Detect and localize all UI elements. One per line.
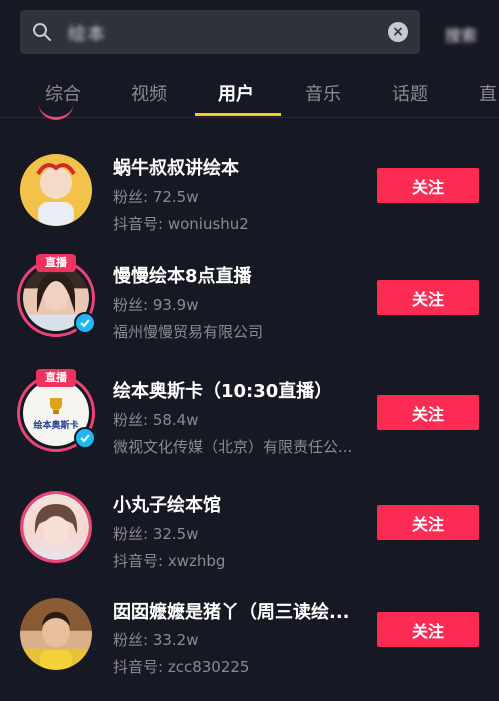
follower-count: 粉丝: 32.5w [113, 525, 199, 543]
user-name[interactable]: 蜗牛叔叔讲绘本 [113, 154, 239, 180]
tab-bar: 综合 视频 用户 音乐 话题 直 [0, 66, 499, 118]
follower-count: 粉丝: 93.9w [113, 296, 199, 314]
verified-icon [74, 312, 96, 334]
tab-users[interactable]: 用户 [218, 80, 254, 106]
list-item[interactable]: 小丸子绘本馆 粉丝: 32.5w 抖音号: xwzhbg 关注 [0, 477, 499, 587]
user-name[interactable]: 慢慢绘本8点直播 [113, 262, 252, 288]
active-tab-indicator [195, 113, 281, 116]
list-item[interactable]: 蜗牛叔叔讲绘本 粉丝: 72.5w 抖音号: woniushu2 关注 [0, 136, 499, 246]
live-badge: 直播 [36, 369, 76, 387]
list-item[interactable]: 直播 慢慢绘本8点直播 粉丝: 93.9w 福州慢慢贸易有限公司 关注 [0, 246, 499, 356]
tab-topics[interactable]: 话题 [392, 80, 428, 106]
avatar[interactable]: 直播 [17, 254, 96, 337]
clear-icon[interactable]: × [388, 22, 408, 42]
list-item[interactable]: 囡囡嬷嬷是猪丫（周三读绘... 粉丝: 33.2w 抖音号: zcc830225… [0, 584, 499, 694]
follow-button[interactable]: 关注 [377, 168, 479, 203]
search-box[interactable]: 绘本 × [20, 10, 420, 54]
follow-button[interactable]: 关注 [377, 612, 479, 647]
avatar-image [34, 504, 78, 544]
top-bar: 绘本 × 搜索 [0, 0, 499, 66]
user-name[interactable]: 绘本奥斯卡（10:30直播） [113, 377, 332, 403]
user-id: 抖音号: woniushu2 [113, 215, 249, 233]
search-input[interactable]: 绘本 [68, 20, 106, 46]
list-item[interactable]: 绘本奥斯卡 直播 绘本奥斯卡（10:30直播） 粉丝: 58.4w 微视文化传媒… [0, 361, 499, 471]
avatar[interactable]: 绘本奥斯卡 直播 [17, 369, 96, 452]
user-name[interactable]: 小丸子绘本馆 [113, 491, 221, 517]
follower-count: 粉丝: 33.2w [113, 631, 199, 649]
tab-music[interactable]: 音乐 [305, 80, 341, 106]
user-id: 抖音号: zcc830225 [113, 658, 250, 676]
avatar-logo-text: 绘本奥斯卡 [33, 420, 79, 431]
search-button[interactable]: 搜索 [445, 22, 477, 46]
trophy-icon [50, 397, 62, 414]
avatar[interactable] [20, 154, 92, 226]
tabs-divider [0, 117, 499, 118]
tab-live[interactable]: 直 [479, 80, 497, 106]
follow-button[interactable]: 关注 [377, 505, 479, 540]
company-name: 福州慢慢贸易有限公司 [113, 323, 264, 341]
user-id: 抖音号: xwzhbg [113, 552, 226, 570]
avatar[interactable] [20, 491, 92, 563]
live-badge: 直播 [36, 254, 76, 272]
follow-button[interactable]: 关注 [377, 395, 479, 430]
follower-count: 粉丝: 58.4w [113, 411, 199, 429]
search-icon [33, 23, 51, 41]
company-name: 微视文化传媒（北京）有限责任公... [113, 438, 353, 456]
follow-button[interactable]: 关注 [377, 280, 479, 315]
follower-count: 粉丝: 72.5w [113, 188, 199, 206]
avatar-image [40, 612, 72, 670]
user-name[interactable]: 囡囡嬷嬷是猪丫（周三读绘... [113, 598, 350, 624]
avatar-image [36, 163, 76, 226]
avatar[interactable] [20, 598, 92, 670]
verified-icon [74, 427, 96, 449]
tab-videos[interactable]: 视频 [131, 80, 167, 106]
